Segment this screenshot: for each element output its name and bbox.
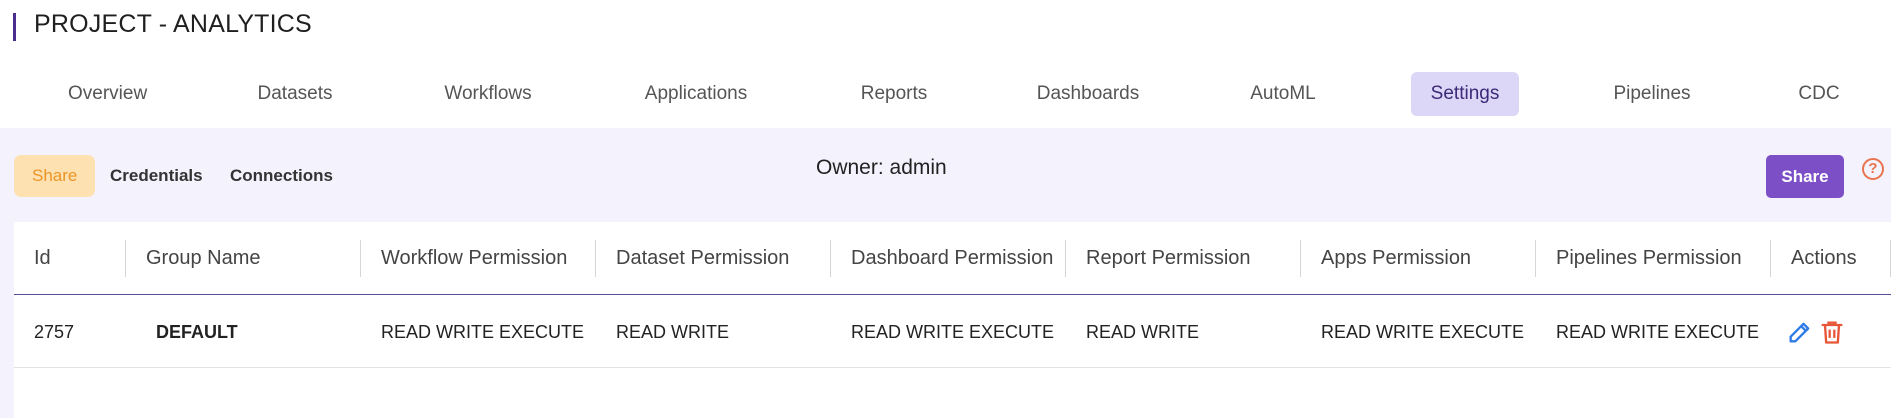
tab-datasets[interactable]: Datasets bbox=[250, 72, 340, 116]
settings-panel: Share Credentials Connections Owner: adm… bbox=[0, 128, 1891, 418]
delete-icon[interactable] bbox=[1818, 318, 1846, 346]
help-circle-icon[interactable]: ? bbox=[1862, 158, 1884, 180]
column-header-dataset-permission: Dataset Permission bbox=[596, 222, 831, 295]
page-header: PROJECT - ANALYTICS bbox=[0, 0, 1891, 58]
tab-cdc[interactable]: CDC bbox=[1796, 72, 1842, 116]
owner-label: Owner: admin bbox=[816, 156, 947, 179]
table-header: Id Group Name Workflow Permission Datase… bbox=[14, 222, 1891, 295]
edit-icon[interactable] bbox=[1786, 318, 1814, 346]
cell-id: 2757 bbox=[34, 322, 75, 342]
cell-actions bbox=[1786, 318, 1846, 346]
page-title: PROJECT - ANALYTICS bbox=[34, 10, 312, 38]
tab-pipelines[interactable]: Pipelines bbox=[1606, 72, 1698, 116]
cell-dashboard-permission: READ WRITE EXECUTE bbox=[851, 322, 1055, 342]
tab-applications[interactable]: Applications bbox=[638, 72, 754, 116]
column-header-workflow-permission: Workflow Permission bbox=[361, 222, 596, 295]
cell-pipelines-permission: READ WRITE EXECUTE bbox=[1556, 322, 1760, 342]
tab-reports[interactable]: Reports bbox=[854, 72, 934, 116]
tab-overview[interactable]: Overview bbox=[68, 72, 147, 116]
column-header-pipelines-permission: Pipelines Permission bbox=[1536, 222, 1771, 295]
column-header-report-permission: Report Permission bbox=[1066, 222, 1301, 295]
tab-automl[interactable]: AutoML bbox=[1242, 72, 1324, 116]
tab-dashboards[interactable]: Dashboards bbox=[1030, 72, 1146, 116]
table-row: 2757 DEFAULT READ WRITE EXECUTE READ WRI… bbox=[14, 296, 1891, 368]
column-header-actions: Actions bbox=[1771, 222, 1891, 295]
column-header-id: Id bbox=[14, 222, 126, 295]
subtab-credentials[interactable]: Credentials bbox=[92, 155, 221, 197]
cell-apps-permission: READ WRITE EXECUTE bbox=[1321, 322, 1525, 342]
permissions-table: Id Group Name Workflow Permission Datase… bbox=[14, 222, 1891, 418]
tab-workflows[interactable]: Workflows bbox=[436, 72, 540, 116]
subtab-connections[interactable]: Connections bbox=[212, 155, 351, 197]
title-accent-bar bbox=[13, 13, 16, 41]
main-tabs: Overview Datasets Workflows Applications… bbox=[0, 70, 1891, 116]
column-header-apps-permission: Apps Permission bbox=[1301, 222, 1536, 295]
column-header-dashboard-permission: Dashboard Permission bbox=[831, 222, 1066, 295]
cell-dataset-permission: READ WRITE bbox=[616, 322, 730, 342]
share-button[interactable]: Share bbox=[1766, 155, 1844, 198]
column-header-group-name: Group Name bbox=[126, 222, 361, 295]
cell-report-permission: READ WRITE bbox=[1086, 322, 1200, 342]
subtab-share[interactable]: Share bbox=[14, 155, 96, 197]
cell-workflow-permission: READ WRITE EXECUTE bbox=[381, 322, 585, 342]
cell-group-name: DEFAULT bbox=[156, 322, 238, 342]
tab-settings[interactable]: Settings bbox=[1411, 72, 1519, 116]
